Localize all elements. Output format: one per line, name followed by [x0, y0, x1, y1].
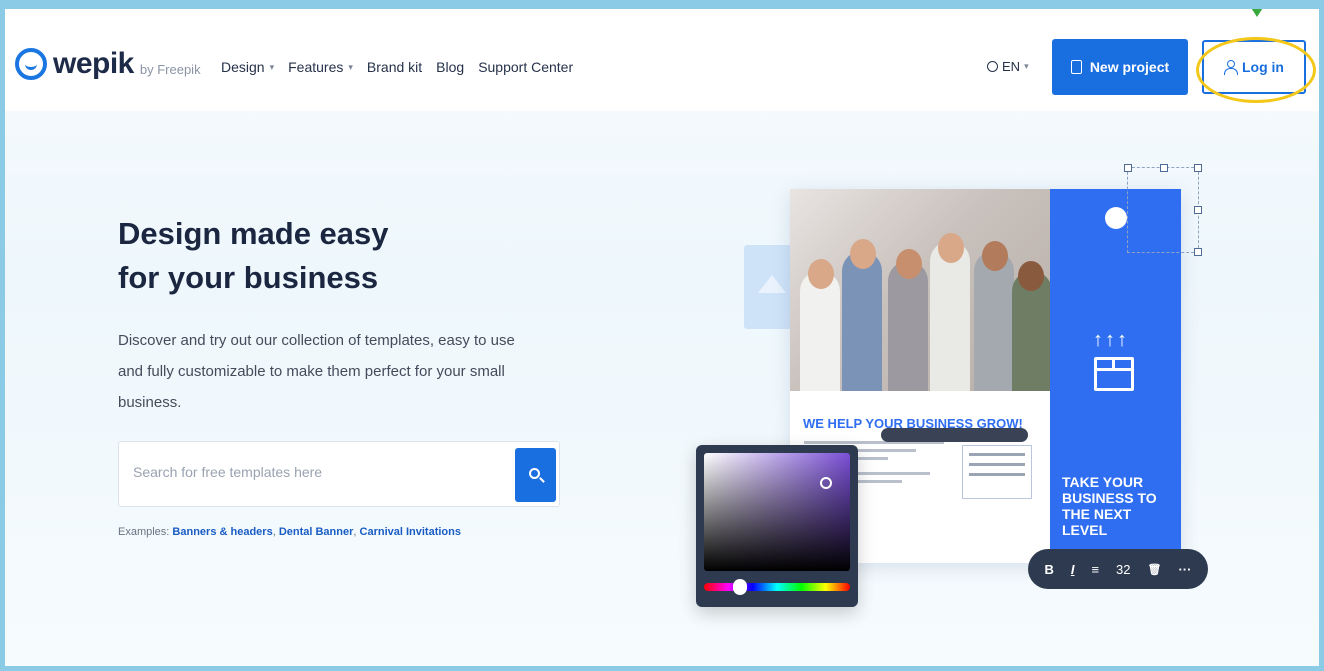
box-icon: [1094, 357, 1134, 391]
search-icon: [529, 468, 540, 479]
photo-person: [800, 271, 840, 391]
search-examples: Examples: Banners & headers, Dental Bann…: [118, 526, 461, 538]
align-icon: ≡: [1091, 561, 1100, 577]
example-link-banners[interactable]: Banners & headers: [172, 526, 272, 538]
text-line: [969, 463, 1025, 466]
photo-person-head: [808, 259, 834, 289]
login-label: Log in: [1242, 59, 1284, 75]
wepik-logo-icon: [15, 48, 47, 80]
page-frame: wepik by Freepik Design ▾ Features ▾ Bra…: [0, 0, 1324, 671]
nav-item-label: Design: [221, 59, 265, 75]
chevron-down-icon: ▾: [348, 61, 353, 72]
nav-item-support-center[interactable]: Support Center: [478, 59, 573, 75]
search-input[interactable]: [133, 464, 503, 480]
login-button[interactable]: Log in: [1202, 40, 1306, 94]
upload-arrows-icon: ↑↑↑: [1093, 329, 1129, 351]
resize-handle: [1194, 248, 1202, 256]
photo-person: [888, 261, 928, 391]
photo-person-head: [850, 239, 876, 269]
photo-person-head: [1018, 261, 1044, 291]
example-link-carnival[interactable]: Carnival Invitations: [360, 526, 461, 538]
brand-name: wepik: [53, 47, 134, 80]
panel-logo-icon: [1105, 207, 1127, 229]
photo-person: [930, 241, 970, 391]
hero-title: Design made easy for your business: [118, 212, 538, 300]
document-icon: [1070, 60, 1082, 74]
hue-slider: [704, 583, 850, 591]
text-line: [969, 473, 1025, 476]
examples-prefix: Examples:: [118, 526, 170, 538]
resize-handle: [1160, 164, 1168, 172]
wepik-logo[interactable]: wepik by Freepik: [15, 47, 201, 81]
mini-format-toolbar: [881, 428, 1028, 442]
nav-item-label: Features: [288, 59, 344, 75]
example-link-dental[interactable]: Dental Banner: [279, 526, 354, 538]
color-selector-dot: [820, 477, 832, 489]
language-selector[interactable]: EN ▾: [987, 59, 1029, 74]
font-size-value: 32: [1116, 561, 1131, 577]
panel-text: TAKE YOUR BUSINESS TO THE NEXT LEVEL: [1062, 474, 1157, 538]
italic-icon: I: [1070, 561, 1075, 577]
photo-person-head: [896, 249, 922, 279]
resize-handle: [1124, 164, 1132, 172]
photo-person: [842, 251, 882, 391]
bold-icon: B: [1044, 561, 1054, 577]
header: wepik by Freepik Design ▾ Features ▾ Bra…: [5, 9, 1319, 111]
resize-handle: [1194, 206, 1202, 214]
nav-item-brand-kit[interactable]: Brand kit: [367, 59, 422, 75]
hero-title-line1: Design made easy: [118, 216, 389, 251]
new-project-label: New project: [1089, 59, 1170, 75]
color-gradient-area: [704, 453, 850, 571]
photo-person-head: [982, 241, 1008, 271]
photo-person: [974, 251, 1014, 391]
new-project-button[interactable]: New project: [1052, 39, 1188, 95]
search-button[interactable]: [515, 448, 556, 502]
main-nav: Design ▾ Features ▾ Brand kit Blog Suppo…: [221, 59, 573, 75]
text-format-toolbar: B I ≡ 32 🗑 ···: [1028, 549, 1208, 589]
hue-slider-knob: [733, 579, 747, 595]
selection-handles: [1124, 164, 1202, 256]
globe-icon: [987, 61, 998, 72]
nav-item-features[interactable]: Features ▾: [288, 59, 353, 75]
language-label: EN: [1002, 59, 1021, 74]
nav-item-label: Blog: [436, 59, 465, 75]
team-photo: [790, 189, 1050, 391]
nav-item-label: Brand kit: [366, 59, 423, 75]
resize-handle: [1194, 164, 1202, 172]
nav-item-design[interactable]: Design ▾: [221, 59, 274, 75]
search-bar: [118, 441, 560, 507]
text-line: [969, 453, 1025, 456]
more-icon: ···: [1178, 561, 1192, 577]
photo-person-head: [938, 233, 964, 263]
contact-box: [962, 445, 1032, 499]
nav-item-label: Support Center: [478, 59, 574, 75]
chevron-down-icon: ▾: [269, 61, 275, 72]
hero-title-line2: for your business: [118, 260, 379, 295]
color-picker: [696, 445, 858, 607]
user-icon: [1224, 60, 1238, 75]
delete-icon: 🗑: [1147, 563, 1162, 576]
nav-item-blog[interactable]: Blog: [436, 59, 464, 75]
hero-description: Discover and try out our collection of t…: [118, 332, 515, 411]
arrow-annotation-icon: [1248, 9, 1266, 17]
chevron-down-icon: ▾: [1024, 61, 1029, 71]
brand-by: by Freepik: [139, 61, 201, 77]
